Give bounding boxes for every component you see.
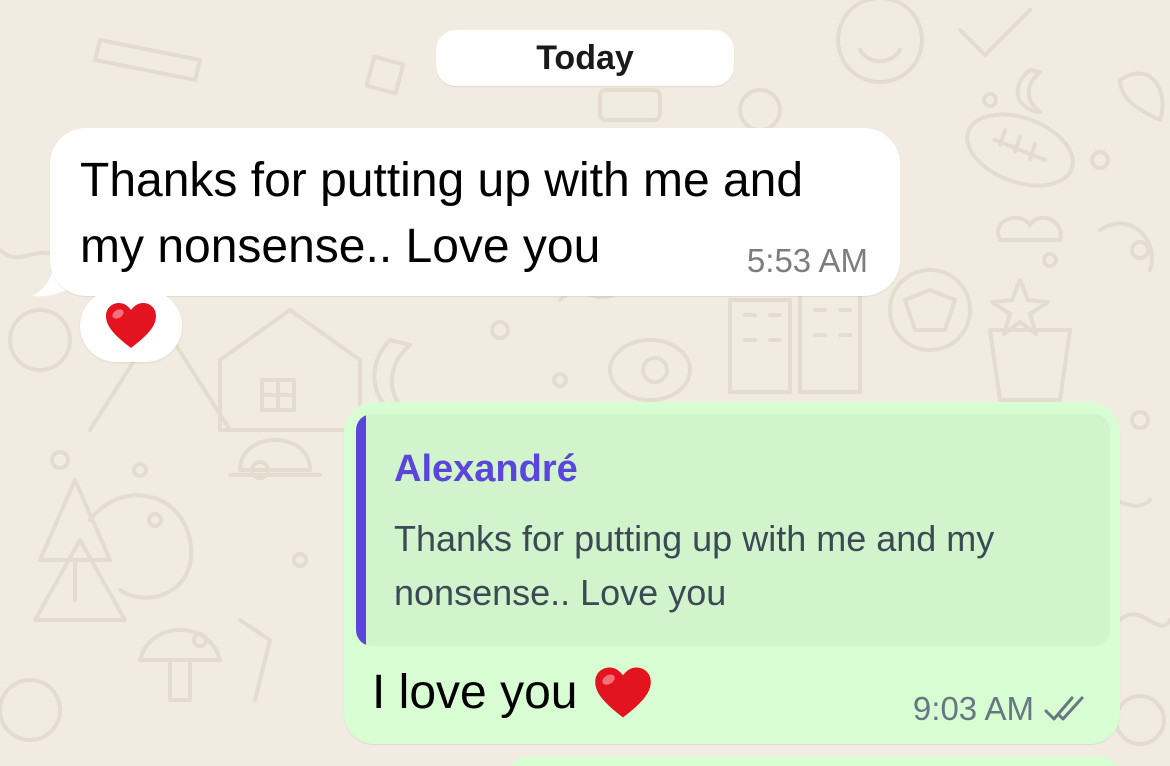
outgoing-message-body: I love you bbox=[372, 660, 653, 726]
heart-icon bbox=[595, 667, 652, 718]
incoming-message[interactable]: Thanks for putting up with me and my non… bbox=[50, 128, 900, 296]
quote-accent-bar bbox=[356, 414, 366, 646]
outgoing-message-meta: 9:03 AM bbox=[913, 690, 1090, 728]
outgoing-message[interactable]: Alexandré Thanks for putting up with me … bbox=[344, 402, 1120, 744]
read-double-check-icon bbox=[1044, 696, 1084, 721]
date-separator-label: Today bbox=[536, 38, 634, 77]
quoted-author: Alexandré bbox=[394, 448, 578, 490]
incoming-message-time: 5:53 AM bbox=[746, 242, 868, 279]
quoted-text: Thanks for putting up with me and my non… bbox=[394, 518, 995, 613]
date-separator: Today bbox=[436, 30, 734, 86]
message-reaction[interactable] bbox=[80, 290, 182, 362]
next-outgoing-message[interactable] bbox=[508, 756, 1120, 766]
outgoing-message-text: I love you bbox=[372, 666, 578, 719]
heart-icon bbox=[106, 303, 156, 348]
outgoing-message-time: 9:03 AM bbox=[912, 690, 1034, 727]
quoted-reply[interactable]: Alexandré Thanks for putting up with me … bbox=[356, 414, 1110, 646]
